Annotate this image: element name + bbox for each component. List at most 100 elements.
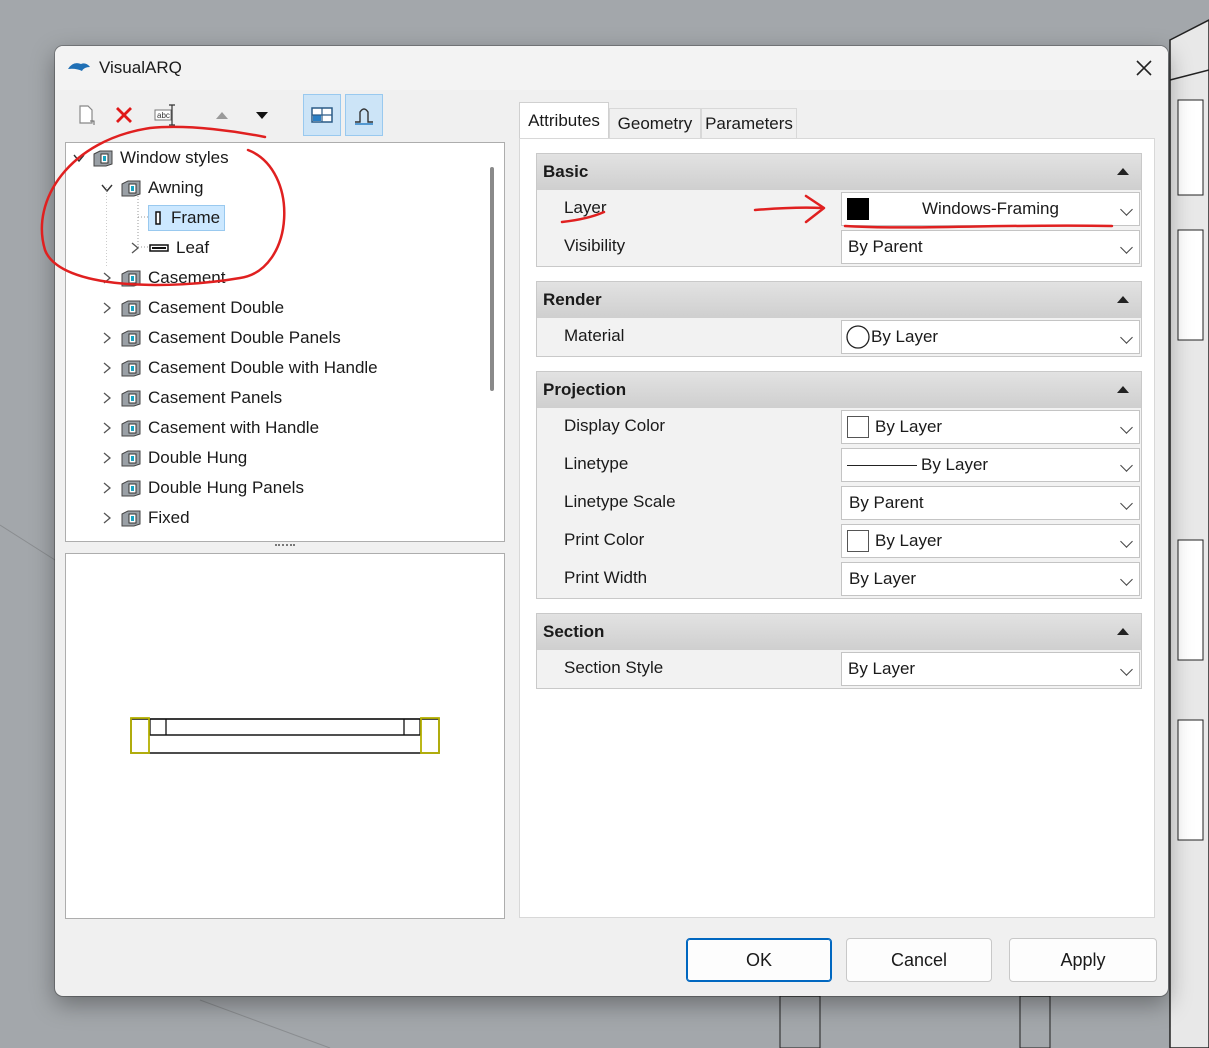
tree-label: Window styles bbox=[120, 148, 229, 167]
ok-button[interactable]: OK bbox=[686, 938, 832, 982]
section-title: Render bbox=[543, 290, 602, 309]
chevron-right-icon[interactable] bbox=[100, 301, 114, 315]
profile-view-icon bbox=[355, 108, 373, 125]
chevron-right-icon[interactable] bbox=[100, 481, 114, 495]
move-down-button[interactable] bbox=[243, 94, 281, 136]
chevron-down-icon bbox=[1120, 535, 1133, 548]
chevron-right-icon[interactable] bbox=[100, 421, 114, 435]
split-view-button[interactable] bbox=[303, 94, 341, 136]
tree-node-item[interactable]: Casement Double with Handle bbox=[100, 353, 378, 383]
chevron-down-icon bbox=[1120, 331, 1133, 344]
window-style-icon bbox=[121, 420, 141, 437]
prop-label: Layer bbox=[564, 198, 607, 217]
display-color-dropdown[interactable]: By Layer bbox=[841, 410, 1140, 444]
chevron-right-icon[interactable] bbox=[100, 511, 114, 525]
print-width-dropdown[interactable]: By Layer bbox=[841, 562, 1140, 596]
tree-node-item[interactable]: Fixed bbox=[100, 503, 190, 533]
chevron-right-icon[interactable] bbox=[100, 331, 114, 345]
apply-button[interactable]: Apply bbox=[1009, 938, 1157, 982]
chevron-right-icon[interactable] bbox=[100, 271, 114, 285]
move-up-button[interactable] bbox=[203, 94, 241, 136]
close-icon[interactable] bbox=[1130, 54, 1158, 82]
style-preview bbox=[65, 553, 505, 919]
tree-label: Casement bbox=[148, 268, 226, 287]
collapse-arrow-icon[interactable] bbox=[1117, 628, 1129, 635]
material-value: By Layer bbox=[871, 327, 939, 346]
tree-node-item[interactable]: Casement bbox=[100, 263, 225, 293]
tree-node-item[interactable]: Casement with Handle bbox=[100, 413, 319, 443]
attributes-panel: Basic Layer Windows-Framing Visibility B… bbox=[519, 138, 1155, 918]
section-style-dropdown[interactable]: By Layer bbox=[841, 652, 1140, 686]
layer-dropdown[interactable]: Windows-Framing bbox=[841, 192, 1140, 226]
section-title: Basic bbox=[543, 162, 589, 181]
chevron-right-icon[interactable] bbox=[100, 361, 114, 375]
chevron-down-icon bbox=[1120, 241, 1133, 254]
tree-node-item[interactable]: Casement Double Panels bbox=[100, 323, 341, 353]
delete-style-button[interactable] bbox=[105, 94, 143, 136]
material-dropdown[interactable]: By Layer bbox=[841, 320, 1140, 354]
prop-label: Display Color bbox=[564, 416, 666, 435]
chevron-down-icon bbox=[1120, 573, 1133, 586]
tree-label: Leaf bbox=[176, 238, 210, 257]
prop-row-print-color: Print Color By Layer bbox=[537, 522, 1141, 560]
section-header-render[interactable]: Render bbox=[537, 282, 1141, 318]
collapse-arrow-icon[interactable] bbox=[1117, 386, 1129, 393]
prop-label: Print Width bbox=[564, 568, 648, 587]
linetype-value: By Layer bbox=[921, 455, 989, 474]
tree-connector-lines bbox=[106, 187, 150, 267]
tree-scrollbar[interactable] bbox=[490, 167, 494, 391]
tree-node-item[interactable]: Casement Double bbox=[100, 293, 284, 323]
tree-label: Casement Panels bbox=[148, 388, 283, 407]
prop-row-section-style: Section Style By Layer bbox=[537, 650, 1141, 688]
tree-label: Casement Double bbox=[148, 298, 285, 317]
linetype-dropdown[interactable]: By Layer bbox=[841, 448, 1140, 482]
tree-label: Casement Double Panels bbox=[148, 328, 341, 347]
split-view-icon bbox=[311, 107, 333, 123]
tree-node-window-styles[interactable]: Window styles bbox=[72, 143, 229, 173]
section-header-basic[interactable]: Basic bbox=[537, 154, 1141, 190]
tab-attributes[interactable]: Attributes bbox=[519, 102, 609, 138]
chevron-right-icon[interactable] bbox=[100, 451, 114, 465]
section-title: Section bbox=[543, 622, 605, 641]
chevron-right-icon[interactable] bbox=[100, 391, 114, 405]
new-document-icon bbox=[79, 105, 95, 125]
tree-node-item[interactable]: Casement Panels bbox=[100, 383, 282, 413]
color-swatch bbox=[847, 416, 869, 438]
section-render: Render Material By Layer bbox=[536, 281, 1142, 357]
tree-node-item[interactable]: Double Hung Panels bbox=[100, 473, 304, 503]
style-tree[interactable]: Window styles Awning Frame Leaf Casement… bbox=[65, 142, 505, 542]
layer-color-swatch bbox=[847, 198, 869, 220]
profile-view-button[interactable] bbox=[345, 94, 383, 136]
cancel-button[interactable]: Cancel bbox=[846, 938, 992, 982]
section-header-projection[interactable]: Projection bbox=[537, 372, 1141, 408]
linetype-sample-icon bbox=[847, 464, 917, 466]
window-style-icon bbox=[121, 450, 141, 467]
prop-row-linetype-scale: Linetype Scale By Parent bbox=[537, 484, 1141, 522]
section-title: Projection bbox=[543, 380, 627, 399]
tree-node-item[interactable]: Double Hung bbox=[100, 443, 247, 473]
prop-row-linetype: Linetype By Layer bbox=[537, 446, 1141, 484]
visibility-dropdown[interactable]: By Parent bbox=[841, 230, 1140, 264]
window-title: VisualARQ bbox=[99, 58, 182, 77]
linetype-scale-dropdown[interactable]: By Parent bbox=[841, 486, 1140, 520]
chevron-down-icon bbox=[1120, 459, 1133, 472]
section-header-section[interactable]: Section bbox=[537, 614, 1141, 650]
prop-row-display-color: Display Color By Layer bbox=[537, 408, 1141, 446]
tab-geometry[interactable]: Geometry bbox=[609, 108, 701, 138]
new-style-button[interactable] bbox=[67, 94, 105, 136]
rename-style-button[interactable]: abc bbox=[147, 94, 185, 136]
tab-parameters[interactable]: Parameters bbox=[701, 108, 797, 138]
section-projection: Projection Display Color By Layer Linety… bbox=[536, 371, 1142, 599]
chevron-down-icon bbox=[1120, 663, 1133, 676]
print-color-dropdown[interactable]: By Layer bbox=[841, 524, 1140, 558]
collapse-arrow-icon[interactable] bbox=[1117, 168, 1129, 175]
linetype-scale-value: By Parent bbox=[849, 493, 924, 512]
window-style-icon bbox=[93, 150, 113, 167]
chevron-down-icon[interactable] bbox=[72, 151, 86, 165]
visualarq-logo-icon bbox=[68, 63, 90, 71]
collapse-arrow-icon[interactable] bbox=[1117, 296, 1129, 303]
tree-label: Casement with Handle bbox=[148, 418, 320, 437]
prop-row-material: Material By Layer bbox=[537, 318, 1141, 356]
color-swatch bbox=[847, 530, 869, 552]
pane-splitter-handle[interactable] bbox=[275, 544, 295, 548]
